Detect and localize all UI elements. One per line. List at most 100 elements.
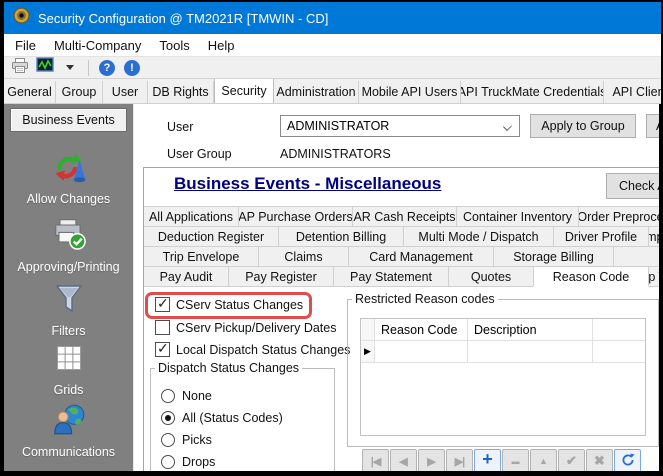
subtab-employee[interactable]: Emplo [648,226,659,247]
subtab-pay-audit[interactable]: Pay Audit [144,266,229,287]
subtab-card-management[interactable]: Card Management [348,246,494,267]
menu-file[interactable]: File [6,36,45,55]
info-icon: ! [124,59,140,76]
table-header-row: Reason Code Description [361,319,645,341]
checkbox-local-dispatch-status-changes[interactable]: Local Dispatch Status Changes [155,340,351,357]
current-row-indicator-icon [361,341,375,362]
subtab-ar-cash-receipts[interactable]: AR Cash Receipts [352,206,457,227]
subtab-trip-trace[interactable]: Trip Tra [648,266,659,287]
tab-group[interactable]: Group [56,81,103,103]
checkbox-icon[interactable] [155,340,170,357]
radio-label: None [182,389,212,403]
sidebar-item-approving-printing[interactable]: Approving/Printing [4,216,133,274]
nav-edit-button[interactable] [530,449,557,471]
user-combobox[interactable]: ADMINISTRATOR [280,115,520,137]
nav-last-button[interactable] [446,449,473,471]
menu-help[interactable]: Help [199,36,244,55]
subtab-quotes[interactable]: Quotes [448,266,534,287]
radio-icon[interactable] [161,455,175,469]
table-row[interactable] [361,341,645,363]
sidebar-item-label: Grids [53,383,84,397]
help-icon: ? [99,59,115,76]
sidebar-item-grids[interactable]: Grids [4,341,133,397]
radio-icon[interactable] [161,433,175,447]
subtab-detention-billing[interactable]: Detention Billing [278,226,404,247]
radio-none[interactable]: None [161,389,212,403]
help-button[interactable]: ? [96,58,118,78]
tab-user[interactable]: User [103,81,148,103]
checkbox-label: Local Dispatch Status Changes [176,342,351,357]
group-title: Restricted Reason codes [355,292,495,306]
tab-administration[interactable]: Administration [274,81,359,103]
print-button[interactable] [9,57,31,78]
sidebar-item-allow-changes[interactable]: Allow Changes [4,148,133,206]
printer-icon [12,57,28,78]
about-button[interactable]: ! [121,58,143,78]
subtab-container-inventory[interactable]: Container Inventory [456,206,579,227]
sub-tab-bar: All Applications AP Purchase Orders AR C… [144,206,659,287]
apply-partial-button[interactable]: A [646,114,659,138]
subtab-pay-statement[interactable]: Pay Statement [333,266,449,287]
subtab-driver-profile[interactable]: Driver Profile [553,226,649,247]
menu-multi-company[interactable]: Multi-Company [45,36,150,55]
nav-cancel-button[interactable] [586,449,613,471]
sidebar-item-communications[interactable]: Communications [4,401,133,459]
cell-description[interactable] [468,341,593,362]
column-header-reason-code: Reason Code [375,319,468,340]
sidebar-item-label: Approving/Printing [17,260,120,274]
nav-refresh-button[interactable] [614,449,641,471]
nav-prior-button[interactable] [390,449,417,471]
group-title: Dispatch Status Changes [158,361,300,375]
menu-tools[interactable]: Tools [150,36,198,55]
subtab-blank[interactable] [613,246,659,267]
monitor-button[interactable] [34,57,56,78]
radio-all-status-codes[interactable]: All (Status Codes) [161,411,283,425]
sidebar: Business Events Allow Changes Approving/… [4,104,134,471]
subtab-reason-code[interactable]: Reason Code [533,266,649,287]
approving-printing-icon [51,216,87,257]
nav-next-button[interactable] [418,449,445,471]
reason-codes-table[interactable]: Reason Code Description [360,318,646,436]
sidebar-item-label: Communications [21,445,116,459]
subtab-claims[interactable]: Claims [258,246,349,267]
cell-reason-code[interactable] [375,341,468,362]
sidebar-header-business-events[interactable]: Business Events [10,108,127,132]
tab-api-client[interactable]: API Clien [604,81,661,103]
radio-label: Drops [182,455,216,469]
sidebar-item-label: Filters [51,324,86,338]
check-all-button[interactable]: Check A [606,173,659,199]
radio-icon[interactable] [161,389,175,403]
tab-general[interactable]: General [4,81,56,103]
tab-db-rights[interactable]: DB Rights [148,81,214,103]
toolbar: ? ! [4,56,661,79]
subtab-order-preprocess[interactable]: Order Preproce [578,206,659,227]
tab-security[interactable]: Security [214,79,274,103]
radio-picks[interactable]: Picks [161,433,212,447]
subtab-multi-mode-dispatch[interactable]: Multi Mode / Dispatch [403,226,554,247]
post-record-icon [566,453,577,469]
nav-insert-button[interactable]: + [474,449,501,471]
checkbox-icon[interactable] [155,320,170,335]
subtab-all-applications[interactable]: All Applications [144,206,239,227]
radio-drops[interactable]: Drops [161,455,215,469]
nav-first-button[interactable] [362,449,389,471]
user-group-value: ADMINISTRATORS [280,147,391,161]
radio-icon[interactable] [161,411,175,425]
subtab-storage-billing[interactable]: Storage Billing [493,246,614,267]
window-title: Security Configuration @ TM2021R [TMWIN … [38,10,329,26]
checkbox-cserv-pickup-delivery-dates[interactable]: CServ Pickup/Delivery Dates [155,320,336,335]
sidebar-item-filters[interactable]: Filters [4,282,133,338]
nav-post-button[interactable] [558,449,585,471]
subtab-ap-purchase-orders[interactable]: AP Purchase Orders [238,206,353,227]
first-record-icon [371,455,381,468]
apply-to-group-button[interactable]: Apply to Group [530,114,636,138]
nav-delete-button[interactable] [502,449,529,471]
subtab-deduction-register[interactable]: Deduction Register [144,226,279,247]
tab-mobile-api-users[interactable]: Mobile API Users [359,81,461,103]
monitor-dropdown-button[interactable] [59,58,81,78]
subtab-trip-envelope[interactable]: Trip Envelope [144,246,259,267]
page-title: Business Events - Miscellaneous [174,174,442,193]
subtab-pay-register[interactable]: Pay Register [228,266,334,287]
user-label: User [167,120,194,134]
tab-api-truckmate-credentials[interactable]: API TruckMate Credentials [461,81,604,103]
